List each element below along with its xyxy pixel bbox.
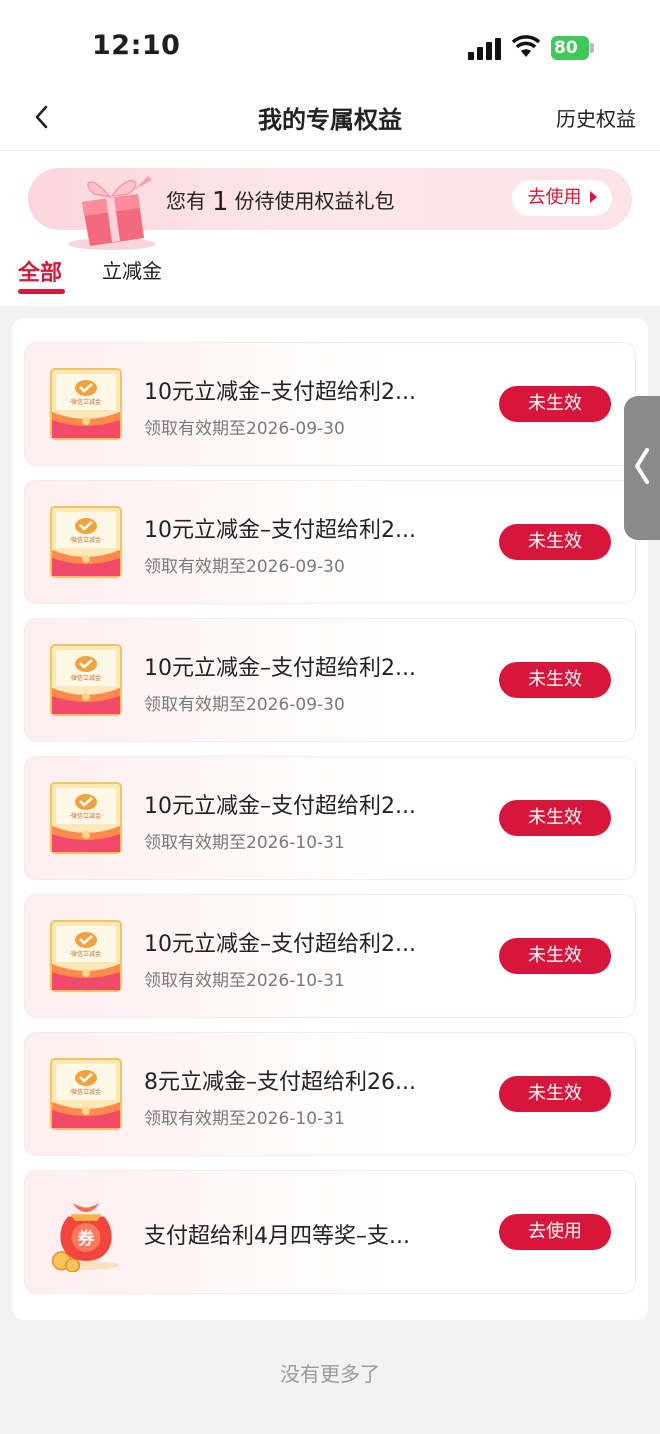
wechat-voucher-icon: ·微信立减金·: [50, 1058, 122, 1130]
go-use-button[interactable]: 去使用: [499, 1214, 611, 1250]
item-title: 10元立减金–支付超给利2...: [144, 518, 416, 543]
play-triangle-icon: [589, 191, 597, 203]
item-expiry-date: 领取有效期至2026-10-31: [144, 1109, 345, 1129]
no-more-text: 没有更多了: [280, 1362, 380, 1386]
coupon-bag-label: 券: [77, 1228, 95, 1248]
item-title: 8元立减金–支付超给利26...: [144, 1070, 416, 1095]
gift-text-prefix: 您有: [166, 189, 206, 213]
voucher-thumb-label: ·微信立减金·: [69, 536, 103, 544]
not-effective-button[interactable]: 未生效: [499, 800, 611, 836]
list-item[interactable]: ·微信立减金· 10元立减金–支付超给利2... 领取有效期至2026-09-3…: [24, 618, 636, 742]
tab-active-indicator: [18, 289, 65, 294]
list-item[interactable]: ·微信立减金· 10元立减金–支付超给利2... 领取有效期至2026-10-3…: [24, 894, 636, 1018]
not-effective-button[interactable]: 未生效: [499, 662, 611, 698]
tab-all[interactable]: 全部: [18, 255, 62, 287]
item-title: 10元立减金–支付超给利2...: [144, 932, 416, 957]
not-effective-button[interactable]: 未生效: [499, 386, 611, 422]
header-area: 您有 1 份待使用权益礼包 去使用 全部 立减金: [0, 151, 660, 306]
history-benefits-link[interactable]: 历史权益: [556, 103, 636, 132]
voucher-thumb-label: ·微信立减金·: [69, 398, 103, 406]
item-title: 10元立减金–支付超给利2...: [144, 656, 416, 681]
list-item[interactable]: 券 支付超给利4月四等奖–支... 去使用: [24, 1170, 636, 1294]
not-effective-button[interactable]: 未生效: [499, 938, 611, 974]
battery-tip: [590, 43, 594, 53]
chevron-left-icon: [635, 448, 649, 484]
list-item[interactable]: ·微信立减金· 10元立减金–支付超给利2... 领取有效期至2026-10-3…: [24, 756, 636, 880]
wechat-voucher-icon: ·微信立减金·: [50, 782, 122, 854]
gift-count: 1: [212, 187, 229, 217]
list-item[interactable]: ·微信立减金· 10元立减金–支付超给利2... 领取有效期至2026-09-3…: [24, 342, 636, 466]
voucher-thumb-label: ·微信立减金·: [69, 674, 103, 682]
status-bar: 12:10 80: [0, 0, 660, 90]
list-item[interactable]: ·微信立减金· 10元立减金–支付超给利2... 领取有效期至2026-09-3…: [24, 480, 636, 604]
item-expiry-date: 领取有效期至2026-09-30: [144, 695, 345, 715]
item-title: 10元立减金–支付超给利2...: [144, 794, 416, 819]
not-effective-button[interactable]: 未生效: [499, 1076, 611, 1112]
coupon-bag-icon: 券: [51, 1203, 120, 1272]
list-item[interactable]: ·微信立减金· 8元立减金–支付超给利26... 领取有效期至2026-10-3…: [24, 1032, 636, 1156]
signal-icon: [468, 38, 501, 60]
gift-box-icon: [68, 176, 156, 250]
item-expiry-date: 领取有效期至2026-10-31: [144, 971, 345, 991]
wechat-voucher-icon: ·微信立减金·: [50, 506, 122, 578]
item-title: 10元立减金–支付超给利2...: [144, 380, 416, 405]
benefits-list: ·微信立减金· 10元立减金–支付超给利2... 领取有效期至2026-09-3…: [12, 318, 648, 1320]
tab-bar: 全部 立减金: [0, 251, 660, 301]
wechat-voucher-icon: ·微信立减金·: [50, 920, 122, 992]
gift-use-label: 去使用: [527, 187, 582, 208]
status-time: 12:10: [92, 30, 181, 61]
nav-bar: 我的专属权益 历史权益: [0, 90, 660, 151]
tab-instant-discount[interactable]: 立减金: [102, 255, 162, 284]
wechat-voucher-icon: ·微信立减金·: [50, 368, 122, 440]
item-expiry-date: 领取有效期至2026-09-30: [144, 419, 345, 439]
not-effective-button[interactable]: 未生效: [499, 524, 611, 560]
item-expiry-date: 领取有效期至2026-10-31: [144, 833, 345, 853]
gift-use-button[interactable]: 去使用: [512, 180, 612, 216]
wechat-voucher-icon: ·微信立减金·: [50, 644, 122, 716]
item-title: 支付超给利4月四等奖–支...: [144, 1224, 410, 1249]
side-drawer-handle[interactable]: [624, 396, 660, 540]
gift-package-text: 您有 1 份待使用权益礼包: [166, 185, 395, 217]
wifi-icon: [511, 35, 541, 57]
battery-indicator: 80: [551, 36, 589, 60]
gift-text-suffix: 份待使用权益礼包: [234, 189, 395, 213]
voucher-thumb-label: ·微信立减金·: [69, 1088, 103, 1096]
voucher-thumb-label: ·微信立减金·: [69, 812, 103, 820]
voucher-thumb-label: ·微信立减金·: [69, 950, 103, 958]
gift-package-banner[interactable]: 您有 1 份待使用权益礼包 去使用: [28, 168, 632, 250]
item-expiry-date: 领取有效期至2026-09-30: [144, 557, 345, 577]
